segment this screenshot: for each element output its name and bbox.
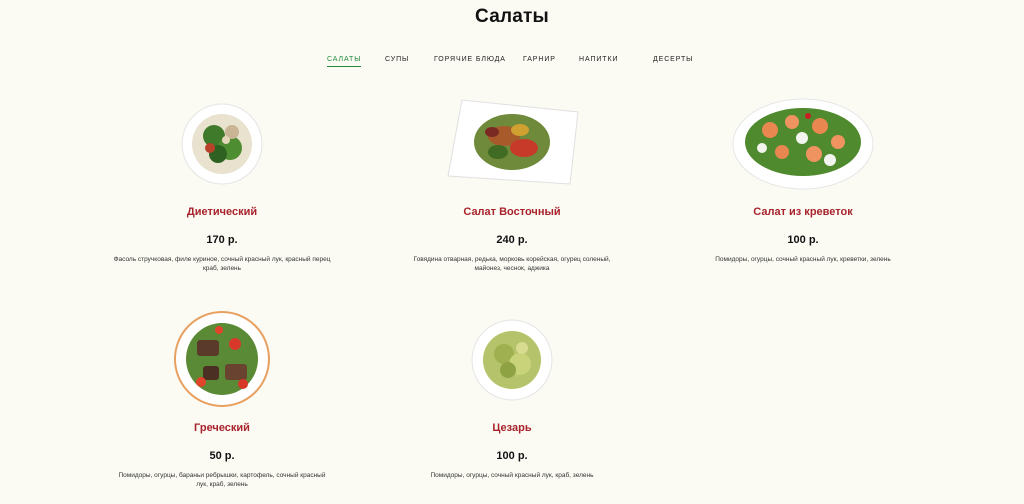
dish-price: 170 р. [206,234,238,246]
tab-salads[interactable]: САЛАТЫ [327,56,362,67]
dish-name[interactable]: Диетический [92,206,352,218]
dish-card: Салат Восточный 240 р. Говядина отварная… [382,92,642,292]
tab-garnish[interactable]: ГАРНИР [523,56,556,63]
dish-name[interactable]: Греческий [92,422,352,434]
dish-price: 100 р. [787,234,819,246]
menu-page: Салаты САЛАТЫ СУПЫ ГОРЯЧИЕ БЛЮДА ГАРНИР … [0,0,1024,504]
dish-image-shrimp[interactable] [730,94,876,192]
dish-price: 240 р. [496,234,528,246]
dish-image-greek[interactable] [173,310,271,408]
dish-description: Помидоры, огурцы, сочный красный лук, кр… [430,472,594,479]
dish-name[interactable]: Салат из креветок [673,206,933,218]
dish-image-eastern[interactable] [442,92,582,192]
dish-description: Говядина отварная, редька, морковь корей… [413,256,611,272]
tab-desserts[interactable]: ДЕСЕРТЫ [653,56,693,63]
dish-card: Диетический 170 р. Фасоль стручковая, фи… [92,92,352,292]
tab-soups[interactable]: СУПЫ [385,56,409,63]
dish-price: 100 р. [496,450,528,462]
tab-hot-dishes[interactable]: ГОРЯЧИЕ БЛЮДА [434,56,506,63]
dish-price: 50 р. [209,450,235,462]
category-tabs: САЛАТЫ СУПЫ ГОРЯЧИЕ БЛЮДА ГАРНИР НАПИТКИ… [0,56,1024,70]
dish-image-dietary[interactable] [180,102,264,186]
dish-description: Фасоль стручковая, филе куриное, сочный … [113,256,331,272]
dish-description: Помидоры, огурцы, сочный красный лук, кр… [715,256,891,263]
page-title: Салаты [475,6,549,27]
dish-card: Цезарь 100 р. Помидоры, огурцы, сочный к… [382,308,642,504]
tab-drinks[interactable]: НАПИТКИ [579,56,618,63]
dish-image-caesar[interactable] [470,318,554,402]
dish-description: Помидоры, огурцы, бараньи ребрышки, карт… [118,472,326,488]
dish-name[interactable]: Цезарь [382,422,642,434]
dish-card: Греческий 50 р. Помидоры, огурцы, барань… [92,308,352,504]
dish-card: Салат из креветок 100 р. Помидоры, огурц… [673,92,933,292]
dish-name[interactable]: Салат Восточный [382,206,642,218]
